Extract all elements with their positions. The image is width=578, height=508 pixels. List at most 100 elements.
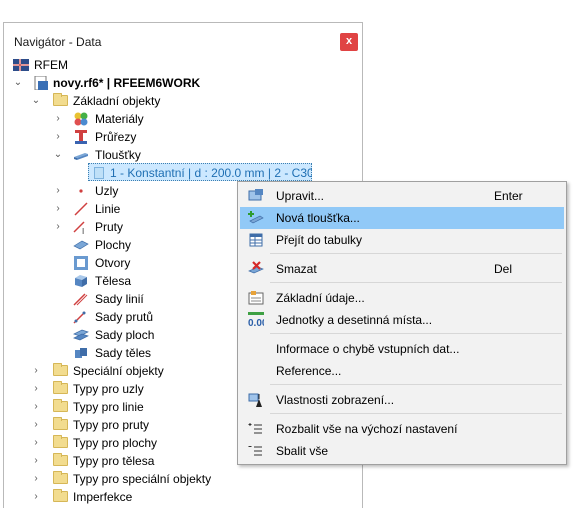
sections-label: Průřezy — [95, 130, 137, 144]
folder-label: Typy pro plochy — [73, 436, 158, 450]
menu-item-new-thickness[interactable]: Nová tloušťka... — [240, 207, 564, 229]
surface-sets-label: Sady ploch — [95, 328, 155, 342]
folder-label: Speciální objekty — [73, 364, 164, 378]
chevron-right-icon[interactable]: › — [31, 452, 41, 470]
menu-item-delete[interactable]: Smazat Del — [240, 258, 564, 280]
tree-item-thicknesses[interactable]: ⌄ Tloušťky — [53, 146, 313, 164]
chevron-right-icon[interactable]: › — [53, 218, 63, 236]
openings-label: Otvory — [95, 256, 131, 270]
collapse-all-icon — [248, 446, 262, 456]
tree-item-surfaces[interactable]: Plochy — [73, 236, 233, 254]
tree-item-members[interactable]: › I Pruty — [53, 218, 233, 236]
tree-item-sections[interactable]: › Průřezy — [53, 128, 313, 146]
surface-icon — [73, 240, 89, 250]
chevron-right-icon[interactable]: › — [31, 362, 41, 380]
folder-icon — [53, 417, 68, 430]
node-icon — [79, 189, 83, 193]
folder-icon — [53, 363, 68, 376]
tree-folder-types-special[interactable]: › Typy pro speciální objekty — [31, 470, 331, 488]
solids-label: Tělesa — [95, 274, 132, 288]
menu-item-input-error-info[interactable]: Informace o chybě vstupních dat... — [240, 338, 564, 360]
menu-item-expand-default[interactable]: Rozbalit vše na výchozí nastavení — [240, 418, 564, 440]
display-properties-icon — [248, 393, 262, 407]
menu-item-label: Nová tloušťka... — [276, 211, 360, 225]
opening-icon — [74, 256, 88, 270]
folder-label: Typy pro speciální objekty — [73, 472, 212, 486]
thickness-1-label: 1 - Konstantní | d : 200.0 mm | 2 - C30/… — [110, 166, 312, 180]
menu-separator — [270, 282, 562, 283]
title-bar: Navigátor - Data x — [4, 23, 362, 59]
folder-icon — [53, 453, 68, 466]
folder-label: Imperfekce — [73, 490, 133, 504]
chevron-down-icon[interactable]: ⌄ — [53, 146, 63, 164]
new-thickness-icon — [248, 211, 264, 224]
menu-item-goto-table[interactable]: Přejít do tabulky — [240, 229, 564, 251]
menu-separator — [270, 384, 562, 385]
menu-item-units[interactable]: 0.00 Jednotky a desetinná místa... — [240, 309, 564, 331]
chevron-right-icon[interactable]: › — [31, 416, 41, 434]
chevron-down-icon[interactable]: ⌄ — [13, 74, 23, 92]
chevron-right-icon[interactable]: › — [53, 110, 63, 128]
thickness-icon — [74, 153, 88, 160]
chevron-right-icon[interactable]: › — [31, 380, 41, 398]
tree-item-thickness-1[interactable]: 1 - Konstantní | d : 200.0 mm | 2 - C30/… — [91, 164, 315, 182]
folder-label: Typy pro pruty — [73, 418, 150, 432]
menu-item-label: Jednotky a desetinná místa... — [276, 313, 433, 327]
folder-icon — [53, 399, 68, 412]
tree-item-member-sets[interactable]: Sady prutů — [73, 308, 233, 326]
basic-objects-label: Základní objekty — [73, 94, 161, 108]
menu-item-display-properties[interactable]: Vlastnosti zobrazení... — [240, 389, 564, 411]
folder-icon — [53, 93, 68, 106]
chevron-right-icon[interactable]: › — [31, 398, 41, 416]
tree-item-nodes[interactable]: › Uzly — [53, 182, 233, 200]
tree-item-openings[interactable]: Otvory — [73, 254, 233, 272]
chevron-down-icon[interactable]: ⌄ — [31, 92, 41, 110]
chevron-right-icon[interactable]: › — [53, 128, 63, 146]
tree-item-lines[interactable]: › Linie — [53, 200, 233, 218]
solid-sets-label: Sady těles — [95, 346, 152, 360]
menu-item-label: Informace o chybě vstupních dat... — [276, 342, 460, 356]
svg-text:I: I — [82, 227, 84, 234]
project-label: novy.rf6* | RFEEM6WORK — [53, 76, 201, 90]
menu-item-label: Přejít do tabulky — [276, 233, 363, 247]
tree-root-rfem[interactable]: RFEM — [13, 56, 213, 74]
chevron-right-icon[interactable]: › — [53, 182, 63, 200]
materials-icon — [74, 112, 88, 126]
units-icon: 0.00 — [248, 312, 264, 328]
tree-item-line-sets[interactable]: Sady linií — [73, 290, 233, 308]
menu-item-label: Sbalit vše — [276, 444, 329, 458]
menu-separator — [270, 253, 562, 254]
chevron-right-icon[interactable]: › — [31, 470, 41, 488]
menu-item-label: Upravit... — [276, 189, 325, 203]
member-icon: I — [73, 221, 85, 234]
tree-basic-objects[interactable]: ⌄ Základní objekty — [31, 92, 331, 110]
line-icon — [74, 202, 88, 216]
menu-separator — [270, 333, 562, 334]
units-icon-text: 0.00 — [248, 318, 264, 328]
tree-project[interactable]: ⌄ novy.rf6* | RFEEM6WORK — [13, 74, 313, 92]
solid-icon — [75, 275, 87, 287]
folder-icon — [53, 471, 68, 484]
sections-icon — [75, 130, 87, 144]
solid-set-icon — [75, 348, 87, 358]
menu-item-edit[interactable]: Upravit... Enter — [240, 185, 564, 207]
menu-item-basic-data[interactable]: Základní údaje... — [240, 287, 564, 309]
chevron-right-icon[interactable]: › — [31, 434, 41, 452]
close-button[interactable]: x — [340, 33, 358, 51]
tree-item-solid-sets[interactable]: Sady těles — [73, 344, 233, 362]
line-set-icon — [73, 293, 88, 306]
tree-folder-imperfections[interactable]: › Imperfekce — [31, 488, 331, 506]
materials-label: Materiály — [95, 112, 144, 126]
menu-item-label: Smazat — [276, 262, 317, 276]
menu-item-collapse-all[interactable]: Sbalit vše — [240, 440, 564, 462]
chevron-right-icon[interactable]: › — [53, 200, 63, 218]
edit-icon — [248, 189, 263, 201]
delete-icon — [248, 261, 264, 274]
tree-item-solids[interactable]: Tělesa — [73, 272, 233, 290]
menu-item-reference[interactable]: Reference... — [240, 360, 564, 382]
chevron-right-icon[interactable]: › — [31, 488, 41, 506]
tree-item-materials[interactable]: › Materiály — [53, 110, 313, 128]
tree-item-surface-sets[interactable]: Sady ploch — [73, 326, 233, 344]
folder-label: Typy pro linie — [73, 400, 144, 414]
surface-set-icon — [73, 329, 89, 341]
